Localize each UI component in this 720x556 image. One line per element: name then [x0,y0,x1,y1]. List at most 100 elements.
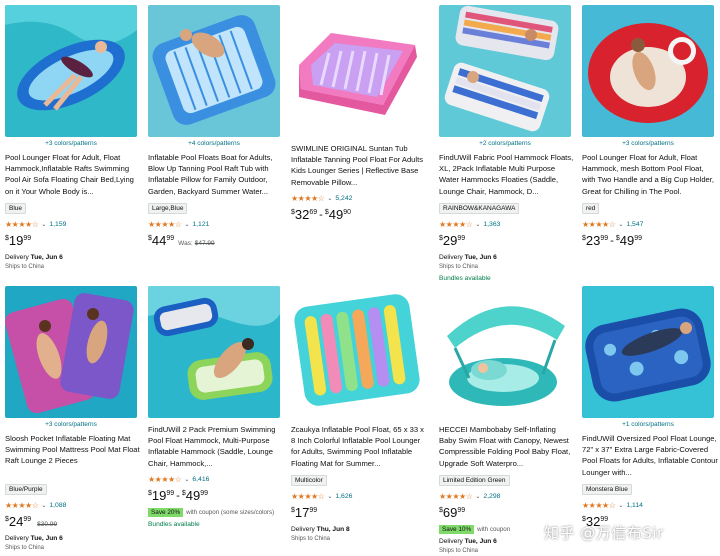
star-rating-icon: ★★★★☆ [582,219,616,229]
rating-count: 1,363 [483,220,501,228]
variant-tag: Monstera Blue [582,484,632,495]
chevron-down-icon: ⌄ [184,476,190,483]
product-card[interactable]: +2 colors/patterns FindUWill Fabric Pool… [439,5,579,282]
rating-row[interactable]: ★★★★☆ ⌄ 6,416 [148,474,288,484]
ships-to: Ships to China [5,545,45,551]
price-cents: 99 [457,235,466,242]
product-image[interactable] [291,286,423,418]
product-title[interactable]: Pool Lounger Float for Adult, Float Hamm… [582,152,718,197]
delivery-date: Thu, Jun 8 [316,526,350,533]
product-card[interactable]: HECCEI Mambobaby Self-Inflating Baby Swi… [439,286,579,554]
product-image[interactable] [582,286,714,418]
price-cents: 99 [600,235,609,242]
color-options-link[interactable]: +4 colors/patterns [148,140,280,149]
color-options-link[interactable]: +1 colors/patterns [582,421,714,430]
product-title[interactable]: HECCEI Mambobaby Self-Inflating Baby Swi… [439,424,575,469]
save-badge[interactable]: Save 10% [439,525,475,534]
save-badge[interactable]: Save 20% [148,508,184,517]
was-price: Was: $47.99 [178,240,214,247]
price: $23 99- $49 99 [582,234,720,250]
ships-to: Ships to China [439,264,479,270]
product-title[interactable]: SWIMLINE ORIGINAL Suntan Tub Inflatable … [291,143,427,188]
rating-row[interactable]: ★★★★☆ ⌄ 1,547 [582,219,720,229]
product-card[interactable]: +4 colors/patterns Inflatable Pool Float… [148,5,288,250]
product-title[interactable]: Zcaukya Inflatable Pool Float, 65 x 33 x… [291,424,427,469]
rating-count: 1,114 [626,501,643,509]
was-label: Was: [178,240,193,247]
delivery-label: Delivery [5,535,29,542]
price-range-dash: - [610,235,614,247]
star-rating-icon: ★★★★☆ [148,474,182,484]
product-image[interactable] [5,5,137,137]
product-title[interactable]: FindUWill 2 Pack Premium Swimming Pool F… [148,424,284,469]
rating-row[interactable]: ★★★★☆ ⌄ 1,121 [148,219,288,229]
color-options-link[interactable]: +2 colors/patterns [439,140,571,149]
product-card[interactable]: +3 colors/patterns Pool Lounger Float fo… [582,5,720,250]
product-image[interactable] [439,286,571,418]
delivery-info: Delivery Thu, Jun 8 [291,526,431,533]
product-title[interactable]: FindUWill Oversized Pool Float Lounge, 7… [582,433,718,478]
variant-tag: Limited Edition Green [439,475,510,486]
delivery-label: Delivery [5,254,29,261]
variant-tag: red [582,203,600,214]
bundles-available[interactable]: Bundles available [148,521,288,528]
price-whole: 49 [185,488,201,503]
rating-row[interactable]: ★★★★☆ ⌄ 1,114 [582,500,720,510]
price-range-dash: - [319,209,323,221]
rating-row[interactable]: ★★★★☆ ⌄ 1,159 [5,219,145,229]
price: $29 99 [439,234,579,250]
star-rating-icon: ★★★★☆ [148,219,182,229]
product-image[interactable] [5,286,137,418]
variant-tag: Multicolor [291,475,327,486]
rating-row[interactable]: ★★★★☆ ⌄ 2,298 [439,491,579,501]
price: $44 99 Was: $47.99 [148,234,288,250]
product-image[interactable] [148,286,280,418]
bundles-available[interactable]: Bundles available [439,275,579,282]
delivery-date: Tue, Jun 6 [464,538,497,545]
color-options-link[interactable]: +3 colors/patterns [582,140,714,149]
rating-count: 1,088 [49,501,67,509]
price-whole: 69 [442,505,458,520]
product-title[interactable]: Pool Lounger Float for Adult, Float Hamm… [5,152,141,197]
product-title[interactable]: FindUWill Fabric Pool Hammock Floats, XL… [439,152,575,197]
price-cents: 99 [23,235,32,242]
product-image[interactable] [582,5,714,137]
rating-row[interactable]: ★★★★☆ ⌄ 1,626 [291,491,431,501]
variant-tag: RAINBOW&KANAGAWA [439,203,520,214]
product-card[interactable]: Zcaukya Inflatable Pool Float, 65 x 33 x… [291,286,431,542]
price-whole: 23 [585,233,601,248]
price-whole: 29 [442,233,458,248]
product-card[interactable]: +3 colors/patterns Sloosh Pocket Inflata… [5,286,145,551]
delivery-info: Delivery Tue, Jun 6 [5,254,145,261]
price-whole: 49 [328,207,344,222]
rating-row[interactable]: ★★★★☆ ⌄ 5,242 [291,193,431,203]
chevron-down-icon: ⌄ [618,221,624,228]
product-card[interactable]: +3 colors/patterns Pool Lounger Float fo… [5,5,145,270]
coupon-row[interactable]: Save 20% with coupon (some sizes/colors) [148,508,288,517]
star-rating-icon: ★★★★☆ [439,219,473,229]
color-options-link[interactable]: +3 colors/patterns [5,140,137,149]
product-card[interactable]: SWIMLINE ORIGINAL Suntan Tub Inflatable … [291,5,431,224]
price-cents: 99 [200,490,209,497]
price-cents: 99 [166,235,175,242]
delivery-info: Delivery Tue, Jun 6 [5,535,145,542]
chevron-down-icon: ⌄ [618,502,624,509]
price: $32 69- $49 90 [291,208,431,224]
product-image[interactable] [148,5,280,137]
rating-count: 6,416 [192,475,210,483]
price-whole: 24 [8,514,24,529]
color-options-link[interactable]: +3 colors/patterns [5,421,137,430]
was-price-value: $47.99 [194,240,215,247]
product-title[interactable]: Sloosh Pocket Inflatable Floating Mat Sw… [5,433,141,478]
product-title[interactable]: Inflatable Pool Floats Boat for Adults, … [148,152,284,197]
rating-row[interactable]: ★★★★☆ ⌄ 1,088 [5,500,145,510]
price-whole: 17 [294,505,310,520]
delivery-label: Delivery [439,538,463,545]
delivery-date: Tue, Jun 6 [30,535,63,542]
product-card[interactable]: FindUWill 2 Pack Premium Swimming Pool F… [148,286,288,528]
product-image[interactable] [291,5,423,137]
variant-tag: Blue/Purple [5,484,47,495]
product-image[interactable] [439,5,571,137]
product-card[interactable]: +1 colors/patterns FindUWill Oversized P… [582,286,720,531]
rating-row[interactable]: ★★★★☆ ⌄ 1,363 [439,219,579,229]
